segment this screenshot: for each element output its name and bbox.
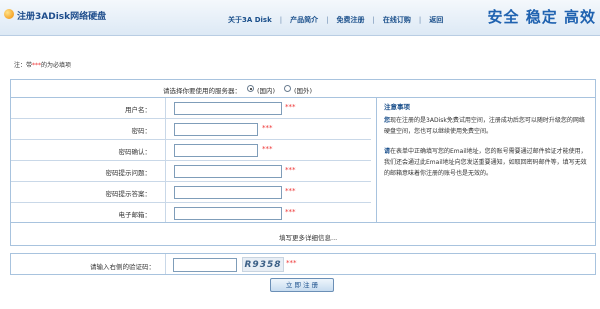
- field-row-hint-answer: 密码提示答案： ***: [11, 182, 371, 203]
- password-confirm-label: 密码确认：: [118, 148, 152, 156]
- note-prefix: 注：带: [14, 62, 33, 69]
- slogan: 安全 稳定 高效: [487, 8, 596, 26]
- username-label: 用户名：: [125, 106, 151, 114]
- nav-about[interactable]: 关于3A Disk: [228, 15, 272, 25]
- note-suffix: 的为必填项: [41, 62, 72, 69]
- more-info-row: 填写更多详细信息...: [11, 222, 595, 246]
- password-label: 密码：: [131, 127, 152, 135]
- captcha-divider: [165, 254, 166, 274]
- nav-product[interactable]: 产品简介: [290, 15, 318, 25]
- register-submit-button[interactable]: 立 即 注 册: [270, 278, 334, 292]
- tips-paragraph-2: 请在表单中正确填写您的Email地址，您的账号需要通过邮件验证才能使用，我们还会…: [384, 146, 590, 179]
- field-cell: ***: [165, 140, 371, 161]
- required-mark: ***: [285, 208, 296, 216]
- required-mark: ***: [285, 187, 296, 195]
- nav-back[interactable]: 返回: [429, 15, 443, 25]
- server-radio-domestic[interactable]: [247, 85, 254, 92]
- field-cell: ***: [165, 182, 371, 203]
- tips-panel: 注意事项 您现在注册的是3ADisk免费试用空间，注册成功后您可以随时升级您的网…: [384, 102, 590, 188]
- nav-separator: |: [372, 16, 375, 24]
- field-cell: ***: [165, 119, 371, 140]
- tips-paragraph-1: 您现在注册的是3ADisk免费试用空间，注册成功后您可以随时升级您的网络硬盘空间…: [384, 115, 590, 137]
- field-cell: ***: [165, 203, 371, 222]
- tips-text: 在表单中正确填写您的Email地址，您的账号需要通过邮件验证才能使用，我们还会通…: [384, 148, 587, 177]
- password-input[interactable]: [174, 123, 258, 136]
- field-row-hint-question: 密码提示问题： ***: [11, 161, 371, 182]
- registration-form: 请选择你要使用的服务器： (国内) (国外) 用户名： *** 密码： *** …: [10, 79, 596, 246]
- email-label: 电子邮箱：: [118, 211, 152, 219]
- nav-separator: |: [279, 16, 283, 24]
- captcha-input[interactable]: [173, 258, 237, 272]
- field-row-username: 用户名： ***: [11, 98, 371, 119]
- top-nav: 关于3A Disk | 产品简介 | 免费注册 | 在线订购 | 返回: [228, 15, 443, 25]
- captcha-row: 请输入右侧的验证码： R9358 ***: [10, 253, 596, 275]
- required-mark: ***: [285, 103, 296, 111]
- field-cell: ***: [165, 161, 371, 182]
- captcha-image[interactable]: R9358: [242, 257, 284, 272]
- hint-question-label: 密码提示问题：: [105, 169, 152, 177]
- note-mark: ***: [32, 62, 42, 69]
- server-option-domestic: (国内): [257, 87, 276, 95]
- field-row-password: 密码： ***: [11, 119, 371, 140]
- server-option-overseas: (国外): [294, 87, 313, 95]
- more-info-link[interactable]: 填写更多详细信息...: [279, 232, 337, 242]
- tips-text: 现在注册的是3ADisk免费试用空间，注册成功后您可以随时升级您的网络硬盘空间，…: [384, 117, 585, 135]
- field-grid: 用户名： *** 密码： *** 密码确认： *** 密码提示问题： *** 密…: [11, 98, 371, 222]
- field-row-password-confirm: 密码确认： ***: [11, 140, 371, 161]
- required-mark: ***: [285, 166, 296, 174]
- username-input[interactable]: [174, 102, 282, 115]
- email-input[interactable]: [174, 207, 282, 220]
- hint-question-input[interactable]: [174, 165, 282, 178]
- required-mark: ***: [262, 124, 273, 132]
- top-header: 注册3ADisk网络硬盘 关于3A Disk | 产品简介 | 免费注册 | 在…: [0, 0, 600, 36]
- column-divider: [376, 98, 377, 222]
- nav-order[interactable]: 在线订购: [383, 15, 411, 25]
- site-title: 注册3ADisk网络硬盘: [17, 12, 107, 22]
- tips-title: 注意事项: [384, 103, 410, 111]
- field-cell: ***: [165, 98, 371, 119]
- nav-register[interactable]: 免费注册: [336, 15, 364, 25]
- field-row-email: 电子邮箱： ***: [11, 203, 371, 222]
- nav-separator: |: [326, 16, 329, 24]
- server-label: 请选择你要使用的服务器：: [163, 87, 241, 95]
- hint-answer-label: 密码提示答案：: [105, 190, 152, 198]
- password-confirm-input[interactable]: [174, 144, 258, 157]
- hint-answer-input[interactable]: [174, 186, 282, 199]
- logo-icon: [4, 9, 14, 19]
- nav-separator: |: [418, 16, 422, 24]
- captcha-label: 请输入右侧的验证码：: [90, 263, 155, 271]
- required-note: 注：带***的为必填项: [14, 60, 71, 69]
- server-radio-overseas[interactable]: [284, 85, 291, 92]
- server-row: 请选择你要使用的服务器： (国内) (国外): [11, 80, 595, 98]
- required-mark: ***: [286, 259, 297, 267]
- required-mark: ***: [262, 145, 273, 153]
